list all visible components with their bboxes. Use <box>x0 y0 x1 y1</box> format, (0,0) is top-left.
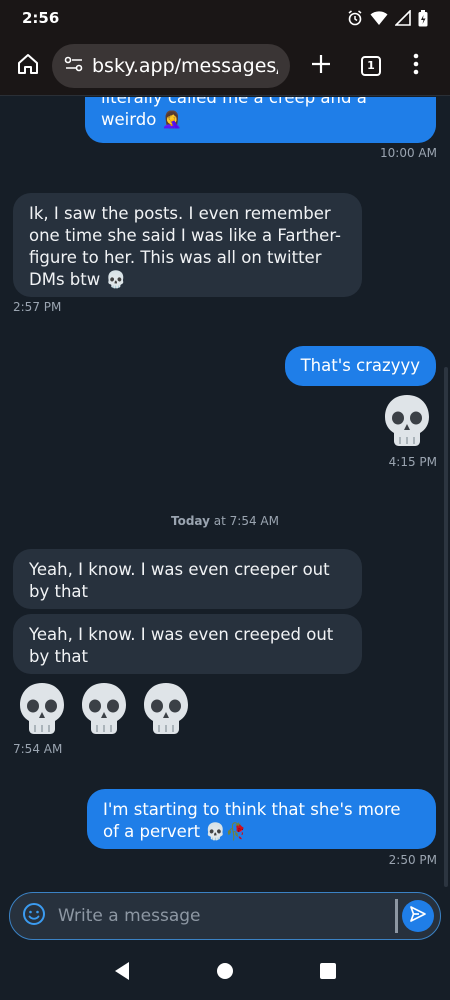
message-text: Yeah, I know. I was even creeper out by … <box>29 560 330 601</box>
status-icons <box>347 9 428 27</box>
message-bubble[interactable]: Ik, I saw the posts. I even remember one… <box>13 193 362 297</box>
skull-icon <box>20 683 64 734</box>
tab-count: 1 <box>361 55 381 76</box>
home-circle-icon[interactable] <box>216 962 234 984</box>
message-text: Ik, I saw the posts. I even remember one… <box>29 204 342 289</box>
message-timestamp: 10:00 AM <box>380 146 437 160</box>
emoji-message[interactable] <box>382 393 432 447</box>
send-icon <box>409 905 427 927</box>
message-text: That's crazyyy <box>300 356 420 375</box>
signal-icon <box>395 10 411 26</box>
plus-icon <box>311 54 331 78</box>
scroll-handle <box>395 899 398 933</box>
message-text: literally called me a creep and a weirdo… <box>101 97 367 129</box>
recents-icon[interactable] <box>319 962 337 984</box>
message-timestamp: 7:54 AM <box>13 742 63 756</box>
skull-icon <box>144 683 188 734</box>
scrollbar[interactable] <box>444 367 448 887</box>
message-text: Yeah, I know. I was even creeped out by … <box>29 625 334 666</box>
message-bubble[interactable]: literally called me a creep and a weirdo… <box>85 97 436 143</box>
new-tab-button[interactable] <box>304 49 338 83</box>
message-bubble[interactable]: Yeah, I know. I was even creeper out by … <box>13 549 362 609</box>
home-icon <box>16 52 40 80</box>
status-bar: 2:56 <box>0 0 450 36</box>
browser-menu-button[interactable] <box>404 49 428 83</box>
wifi-icon <box>370 10 388 26</box>
day-separator: Today at 7:54 AM <box>0 514 450 528</box>
tab-switcher-button[interactable]: 1 <box>354 49 388 83</box>
message-timestamp: 4:15 PM <box>388 455 437 469</box>
battery-icon <box>418 9 428 27</box>
message-bubble[interactable]: Yeah, I know. I was even creeped out by … <box>13 614 362 674</box>
message-bubble[interactable]: I'm starting to think that she's more of… <box>87 789 436 849</box>
back-icon[interactable] <box>113 961 131 985</box>
site-settings-icon[interactable] <box>64 56 84 76</box>
message-text: I'm starting to think that she's more of… <box>103 800 401 841</box>
day-separator-time: at 7:54 AM <box>213 514 279 528</box>
message-timestamp: 2:50 PM <box>388 853 437 867</box>
home-button[interactable] <box>10 48 46 84</box>
system-navigation-bar <box>0 946 450 1000</box>
skull-icon <box>82 683 126 734</box>
send-button[interactable] <box>402 900 434 932</box>
status-time: 2:56 <box>22 9 60 27</box>
message-bubble[interactable]: That's crazyyy <box>284 346 436 386</box>
message-timestamp: 2:57 PM <box>13 300 62 314</box>
emoji-message[interactable] <box>17 681 191 735</box>
emoji-picker-icon[interactable] <box>22 902 46 930</box>
message-list[interactable]: literally called me a creep and a weirdo… <box>0 97 450 887</box>
alarm-icon <box>347 10 363 26</box>
more-vertical-icon <box>413 53 419 79</box>
skull-icon <box>385 395 429 446</box>
day-separator-day: Today <box>170 514 210 528</box>
browser-toolbar: bsky.app/messages/3lsf. 1 <box>0 36 450 96</box>
message-composer <box>9 892 441 940</box>
url-text: bsky.app/messages/3lsf. <box>92 54 278 77</box>
address-bar[interactable]: bsky.app/messages/3lsf. <box>52 43 290 88</box>
message-input[interactable] <box>58 896 395 936</box>
